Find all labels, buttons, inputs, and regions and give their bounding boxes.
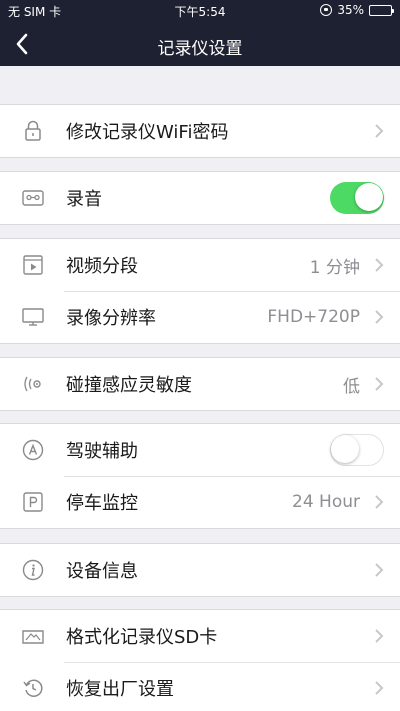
orientation-lock-icon <box>320 4 333 16</box>
collision-label: 碰撞感应灵敏度 <box>66 375 192 396</box>
drive-assist-toggle[interactable] <box>330 434 384 466</box>
monitor-icon <box>21 306 45 328</box>
row-resolution[interactable]: 录像分辨率 FHD+720P <box>0 291 400 343</box>
section-audio: 录音 <box>0 171 400 225</box>
wifi-password-label: 修改记录仪WiFi密码 <box>66 122 229 143</box>
lock-icon <box>21 120 45 142</box>
row-wifi-password[interactable]: 修改记录仪WiFi密码 <box>0 105 400 157</box>
factory-reset-label: 恢复出厂设置 <box>66 679 174 700</box>
section-video: 视频分段 1 分钟 录像分辨率 FHD+720P <box>0 238 400 344</box>
section-wifi: 修改记录仪WiFi密码 <box>0 104 400 158</box>
header: 无 SIM 卡 下午5:54 35% 记录仪设置 <box>0 0 400 66</box>
row-format-sd[interactable]: 格式化记录仪SD卡 <box>0 610 400 662</box>
row-video-segment[interactable]: 视频分段 1 分钟 <box>0 239 400 291</box>
row-parking-monitor[interactable]: 停车监控 24 Hour <box>0 476 400 528</box>
status-bar: 无 SIM 卡 下午5:54 35% <box>0 0 400 22</box>
section-collision: 碰撞感应灵敏度 低 <box>0 357 400 411</box>
battery-percent: 35% <box>337 3 364 17</box>
assist-a-icon <box>21 439 45 461</box>
parking-value: 24 Hour <box>292 492 360 512</box>
parking-p-icon <box>21 491 45 513</box>
row-drive-assist: 驾驶辅助 <box>0 424 400 476</box>
row-audio: 录音 <box>0 172 400 224</box>
video-segment-label: 视频分段 <box>66 256 138 277</box>
chevron-right-icon <box>375 310 384 324</box>
page-title: 记录仪设置 <box>157 39 243 59</box>
audio-label: 录音 <box>66 189 102 210</box>
sensor-icon <box>21 373 45 395</box>
sd-card-icon <box>21 625 45 647</box>
section-driving: 驾驶辅助 停车监控 24 Hour <box>0 423 400 529</box>
collision-value: 低 <box>343 376 360 397</box>
audio-toggle[interactable] <box>330 182 384 214</box>
format-sd-label: 格式化记录仪SD卡 <box>66 627 218 648</box>
video-segment-value: 1 分钟 <box>309 257 360 278</box>
device-info-label: 设备信息 <box>66 561 138 582</box>
row-device-info[interactable]: 设备信息 <box>0 544 400 596</box>
toggle-knob <box>331 435 359 463</box>
cassette-icon <box>21 187 45 209</box>
info-icon <box>21 559 45 581</box>
chevron-right-icon <box>375 563 384 577</box>
row-factory-reset[interactable]: 恢复出厂设置 <box>0 662 400 711</box>
chevron-right-icon <box>375 124 384 138</box>
chevron-right-icon <box>375 258 384 272</box>
chevron-right-icon <box>375 681 384 695</box>
chevron-right-icon <box>375 495 384 509</box>
section-device-info: 设备信息 <box>0 543 400 597</box>
battery-icon <box>369 4 394 16</box>
film-icon <box>21 254 45 276</box>
restore-icon <box>21 677 45 699</box>
drive-assist-label: 驾驶辅助 <box>66 441 138 462</box>
resolution-label: 录像分辨率 <box>66 308 156 329</box>
resolution-value: FHD+720P <box>267 307 360 327</box>
row-collision-sensitivity[interactable]: 碰撞感应灵敏度 低 <box>0 358 400 410</box>
chevron-right-icon <box>375 629 384 643</box>
nav-bar: 记录仪设置 <box>0 22 400 66</box>
toggle-knob <box>355 183 383 211</box>
parking-label: 停车监控 <box>66 493 138 514</box>
chevron-right-icon <box>375 377 384 391</box>
section-maintenance: 格式化记录仪SD卡 恢复出厂设置 <box>0 609 400 711</box>
status-right: 35% <box>320 3 394 17</box>
